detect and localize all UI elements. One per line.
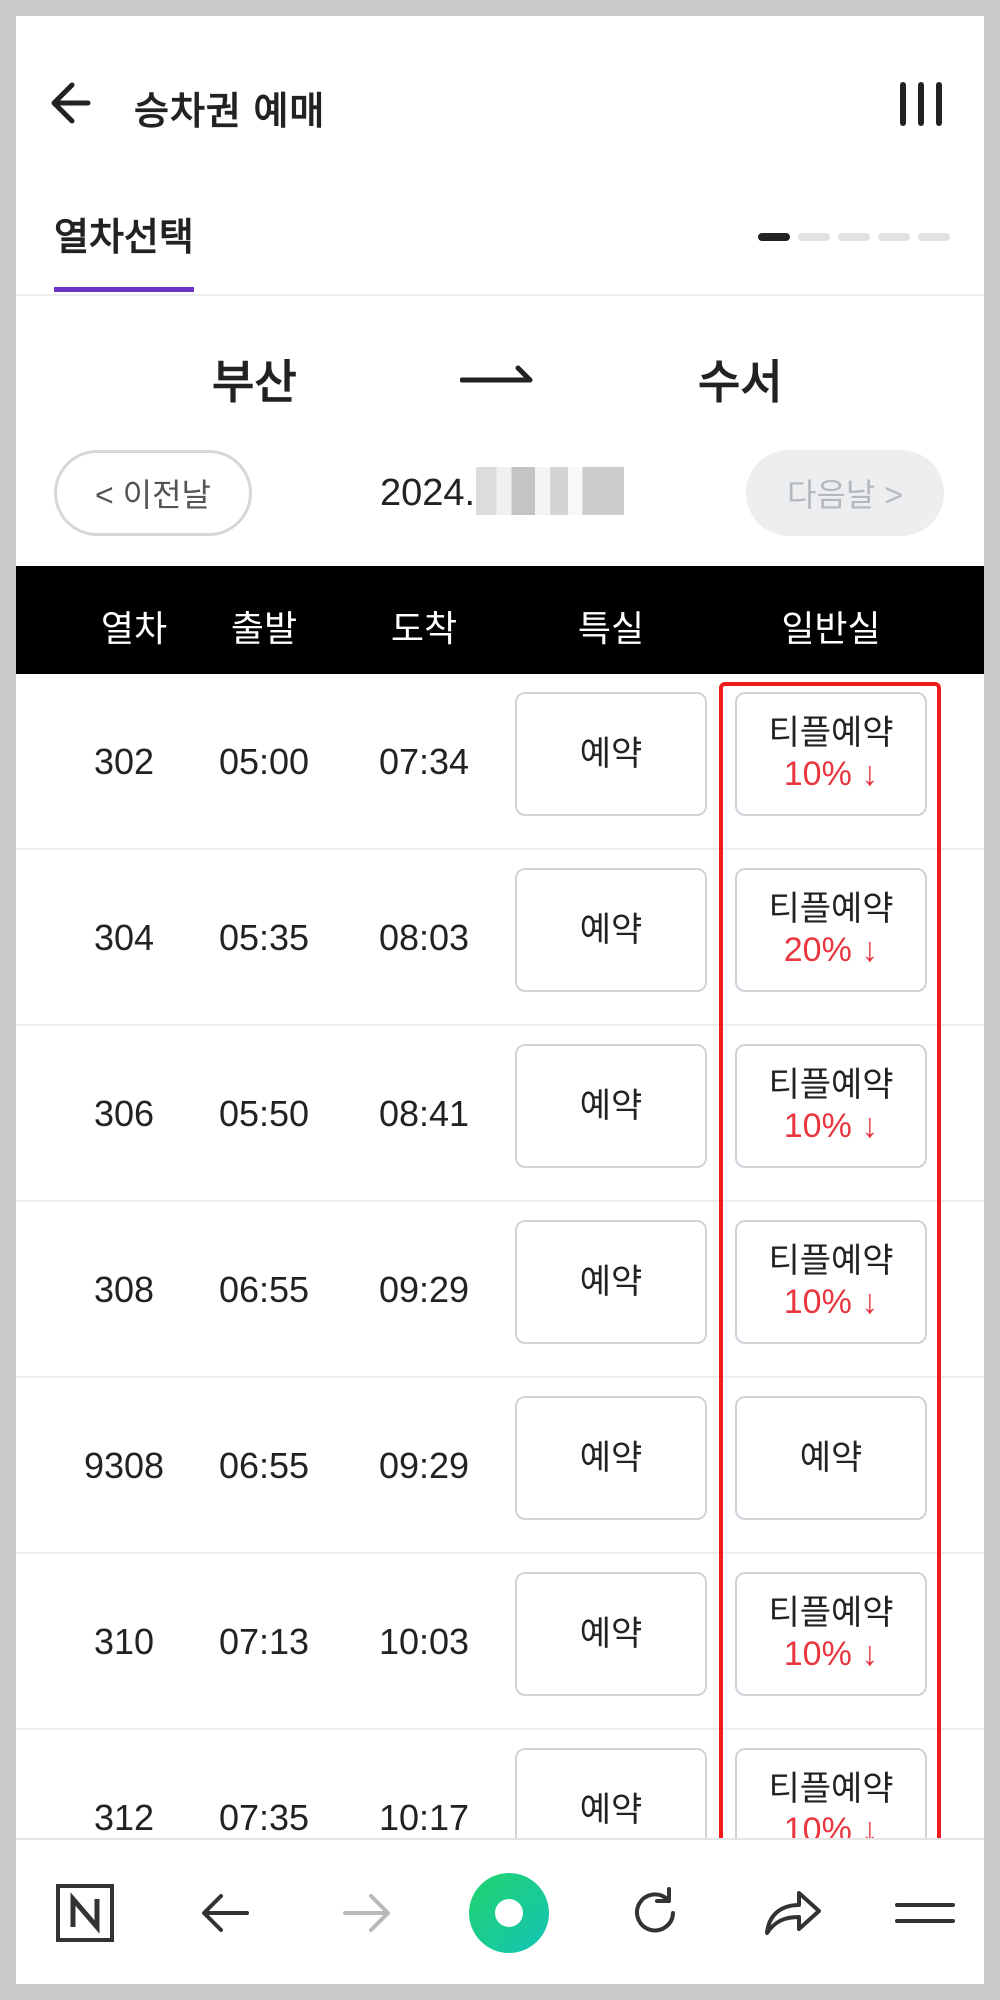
general-reserve-label: 티플예약 <box>768 714 894 753</box>
departure-time: 05:35 <box>218 917 310 958</box>
general-reserve-button[interactable]: 티플예약 10% ↓ <box>735 692 927 816</box>
discount-label: 10% ↓ <box>783 1107 879 1145</box>
browser-forward-icon[interactable] <box>322 1868 412 1958</box>
departure-time: 06:55 <box>218 1269 310 1310</box>
route-arrow-icon <box>459 364 546 388</box>
tab-train-select[interactable]: 열차선택 <box>54 206 194 261</box>
discount-label: 20% ↓ <box>783 931 879 969</box>
train-table-header: 열차 출발 도착 특실 일반실 <box>16 566 984 674</box>
menu-bars-icon[interactable] <box>886 68 956 138</box>
date-redacted-blur <box>476 467 624 515</box>
page-title: 승차권 예매 <box>134 91 326 133</box>
special-reserve-button[interactable]: 예약 <box>515 1572 707 1696</box>
next-day-button[interactable]: 다음날 > <box>746 450 944 536</box>
special-reserve-label: 예약 <box>579 910 643 949</box>
general-reserve-label: 티플예약 <box>768 890 894 929</box>
date-navigator: < 이전날 2024. 다음날 > <box>16 434 984 544</box>
train-list: 302 05:00 07:34 예약 티플예약 10% ↓ 304 05:35 0… <box>16 674 984 1906</box>
train-row: 9308 06:55 09:29 예약 예약 <box>16 1378 984 1554</box>
departure-time: 05:00 <box>218 741 310 782</box>
column-header-train: 열차 <box>100 608 168 649</box>
train-number: 302 <box>93 741 155 782</box>
column-header-departure: 출발 <box>230 608 298 649</box>
train-row: 310 07:13 10:03 예약 티플예약 10% ↓ <box>16 1554 984 1730</box>
departure-station: 부산 <box>212 356 297 408</box>
arrival-time: 07:34 <box>378 741 470 782</box>
general-reserve-label: 티플예약 <box>768 1770 894 1809</box>
column-header-arrival: 도착 <box>390 608 458 649</box>
train-number: 9308 <box>83 1445 165 1486</box>
special-reserve-label: 예약 <box>579 1614 643 1653</box>
general-reserve-button[interactable]: 티플예약 10% ↓ <box>735 1572 927 1696</box>
special-reserve-button[interactable]: 예약 <box>515 1220 707 1344</box>
train-row: 308 06:55 09:29 예약 티플예약 10% ↓ <box>16 1202 984 1378</box>
step-dot-3 <box>838 233 870 241</box>
general-reserve-label: 예약 <box>799 1438 863 1477</box>
general-reserve-button[interactable]: 티플예약 10% ↓ <box>735 1220 927 1344</box>
special-reserve-button[interactable]: 예약 <box>515 868 707 992</box>
step-dot-5 <box>918 233 950 241</box>
general-reserve-label: 티플예약 <box>768 1066 894 1105</box>
arrival-time: 09:29 <box>378 1269 470 1310</box>
departure-time: 06:55 <box>218 1445 310 1486</box>
general-reserve-button[interactable]: 티플예약 20% ↓ <box>735 868 927 992</box>
arrival-time: 10:03 <box>378 1621 470 1662</box>
train-row: 304 05:35 08:03 예약 티플예약 20% ↓ <box>16 850 984 1026</box>
special-reserve-label: 예약 <box>579 734 643 773</box>
special-reserve-label: 예약 <box>579 1262 643 1301</box>
special-reserve-button[interactable]: 예약 <box>515 1396 707 1520</box>
train-number: 310 <box>93 1621 155 1662</box>
column-header-special: 특실 <box>577 608 645 649</box>
special-reserve-label: 예약 <box>579 1086 643 1125</box>
train-number: 304 <box>93 917 155 958</box>
step-dot-1 <box>758 233 790 241</box>
general-reserve-label: 티플예약 <box>768 1242 894 1281</box>
train-row: 302 05:00 07:34 예약 티플예약 10% ↓ <box>16 674 984 850</box>
back-arrow-icon[interactable] <box>38 68 108 138</box>
departure-time: 07:13 <box>218 1621 310 1662</box>
arrival-station: 수서 <box>698 356 783 408</box>
discount-label: 10% ↓ <box>783 1635 879 1673</box>
step-dot-4 <box>878 233 910 241</box>
browser-back-icon[interactable] <box>180 1868 270 1958</box>
step-dot-2 <box>798 233 830 241</box>
top-app-bar: 승차권 예매 <box>16 16 984 166</box>
tab-active-indicator <box>54 287 194 292</box>
discount-label: 10% ↓ <box>783 755 879 793</box>
train-number: 306 <box>93 1093 155 1134</box>
selected-date: 2024. <box>380 472 476 514</box>
app-screen: 승차권 예매 열차선택 부산 수서 < 이전날 2024. 다음날 > 열차 출… <box>16 16 984 1984</box>
discount-label: 10% ↓ <box>783 1283 879 1321</box>
tab-divider <box>16 294 984 296</box>
prev-day-button[interactable]: < 이전날 <box>54 450 252 536</box>
share-icon[interactable] <box>748 1868 838 1958</box>
step-tab-bar: 열차선택 <box>16 176 984 296</box>
general-reserve-button[interactable]: 예약 <box>735 1396 927 1520</box>
train-row: 306 05:50 08:41 예약 티플예약 10% ↓ <box>16 1026 984 1202</box>
general-reserve-label: 티플예약 <box>768 1594 894 1633</box>
step-progress-indicator <box>758 233 950 241</box>
browser-bottom-bar <box>16 1838 984 1984</box>
special-reserve-label: 예약 <box>579 1438 643 1477</box>
arrival-time: 08:41 <box>378 1093 470 1134</box>
refresh-icon[interactable] <box>610 1868 700 1958</box>
arrival-time: 08:03 <box>378 917 470 958</box>
departure-time: 05:50 <box>218 1093 310 1134</box>
arrival-time: 09:29 <box>378 1445 470 1486</box>
general-reserve-button[interactable]: 티플예약 10% ↓ <box>735 1044 927 1168</box>
home-circle-icon[interactable] <box>454 1858 564 1968</box>
menu-lines-icon[interactable] <box>880 1868 970 1958</box>
special-reserve-button[interactable]: 예약 <box>515 1044 707 1168</box>
special-reserve-button[interactable]: 예약 <box>515 692 707 816</box>
train-number: 308 <box>93 1269 155 1310</box>
naver-n-icon[interactable] <box>40 1868 130 1958</box>
special-reserve-label: 예약 <box>579 1790 643 1829</box>
column-header-general: 일반실 <box>781 608 881 649</box>
